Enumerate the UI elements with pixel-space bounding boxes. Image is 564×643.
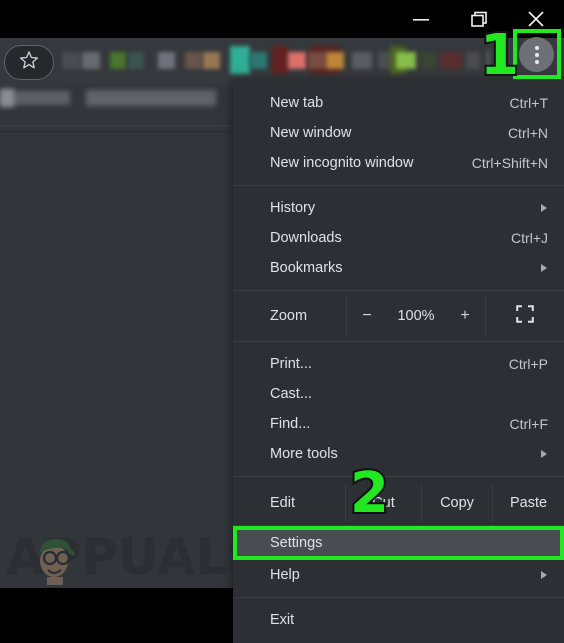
menu-item-history[interactable]: History bbox=[233, 193, 564, 223]
menu-item-downloads[interactable]: Downloads Ctrl+J bbox=[233, 223, 564, 253]
browser-window: APPUALS wsxdn.com New tab Ctrl+T New win… bbox=[0, 0, 564, 643]
bookmark-chip[interactable] bbox=[396, 52, 416, 69]
bookmark-chip[interactable] bbox=[420, 52, 436, 69]
menu-item-label: New incognito window bbox=[270, 155, 414, 171]
bookmark-chip[interactable] bbox=[352, 52, 372, 69]
fullscreen-icon bbox=[516, 305, 534, 327]
menu-separator bbox=[233, 597, 564, 598]
menu-item-find[interactable]: Find... Ctrl+F bbox=[233, 409, 564, 439]
menu-item-new-tab[interactable]: New tab Ctrl+T bbox=[233, 88, 564, 118]
bookmark-chip[interactable] bbox=[308, 52, 326, 69]
chrome-main-menu: New tab Ctrl+T New window Ctrl+N New inc… bbox=[233, 80, 564, 643]
page-blurred-content bbox=[0, 89, 14, 107]
zoom-level-value: 100% bbox=[397, 308, 435, 324]
menu-item-new-incognito-window[interactable]: New incognito window Ctrl+Shift+N bbox=[233, 148, 564, 178]
menu-item-label: History bbox=[270, 200, 316, 216]
menu-item-label: Settings bbox=[270, 535, 323, 551]
bookmark-chip[interactable] bbox=[326, 52, 344, 69]
bookmark-chip[interactable] bbox=[250, 52, 267, 69]
zoom-in-button[interactable]: + bbox=[456, 307, 474, 325]
paste-button[interactable]: Paste bbox=[493, 484, 564, 522]
menu-item-cast[interactable]: Cast... bbox=[233, 379, 564, 409]
page-divider bbox=[0, 125, 232, 126]
bookmark-chip[interactable] bbox=[230, 46, 250, 74]
page-blurred-content bbox=[86, 90, 216, 106]
edit-label: Edit bbox=[270, 495, 295, 511]
menu-item-print[interactable]: Print... Ctrl+P bbox=[233, 349, 564, 379]
annotation-step-1: 1 bbox=[478, 22, 521, 84]
bookmark-chip[interactable] bbox=[128, 52, 144, 69]
menu-item-shortcut: Ctrl+P bbox=[508, 356, 548, 372]
menu-item-exit[interactable]: Exit bbox=[233, 605, 564, 635]
minimize-button[interactable] bbox=[398, 0, 444, 38]
menu-item-shortcut: Ctrl+N bbox=[507, 125, 548, 141]
zoom-row: Zoom − 100% + bbox=[233, 298, 564, 334]
menu-item-shortcut: Ctrl+T bbox=[509, 95, 549, 111]
bookmark-chip[interactable] bbox=[440, 52, 462, 69]
annotation-step-2: 2 bbox=[348, 462, 391, 524]
menu-item-label: Cast... bbox=[270, 386, 312, 402]
menu-item-label: Bookmarks bbox=[270, 260, 343, 276]
bookmark-chip[interactable] bbox=[185, 52, 202, 69]
star-icon bbox=[18, 49, 40, 76]
menu-item-label: Downloads bbox=[270, 230, 342, 246]
close-icon bbox=[525, 8, 547, 30]
menu-item-label: Print... bbox=[270, 356, 312, 372]
zoom-out-button[interactable]: − bbox=[358, 307, 376, 325]
chevron-right-icon bbox=[541, 571, 547, 579]
settings-row-wrapper: Settings bbox=[233, 526, 564, 560]
zoom-controls: − 100% + bbox=[347, 298, 485, 334]
bookmark-chip[interactable] bbox=[158, 52, 175, 69]
menu-item-help[interactable]: Help bbox=[233, 560, 564, 590]
menu-separator bbox=[233, 290, 564, 291]
svg-text:1: 1 bbox=[480, 23, 519, 84]
svg-text:2: 2 bbox=[350, 462, 389, 524]
chevron-right-icon bbox=[541, 264, 547, 272]
appuals-watermark: APPUALS bbox=[6, 527, 264, 586]
menu-separator bbox=[233, 185, 564, 186]
menu-item-bookmarks[interactable]: Bookmarks bbox=[233, 253, 564, 283]
menu-item-shortcut: Ctrl+J bbox=[511, 230, 548, 246]
chevron-right-icon bbox=[541, 450, 547, 458]
bookmark-chip[interactable] bbox=[272, 46, 288, 74]
menu-item-shortcut: Ctrl+F bbox=[509, 416, 549, 432]
bookmark-chip[interactable] bbox=[110, 52, 126, 69]
menu-item-label: More tools bbox=[270, 446, 338, 462]
menu-item-shortcut: Ctrl+Shift+N bbox=[471, 155, 548, 171]
menu-item-label: Find... bbox=[270, 416, 311, 432]
menu-item-label: New tab bbox=[270, 95, 324, 111]
bookmark-chip[interactable] bbox=[288, 52, 306, 69]
page-divider bbox=[0, 131, 232, 132]
menu-item-label: New window bbox=[270, 125, 352, 141]
menu-separator bbox=[233, 341, 564, 342]
menu-item-new-window[interactable]: New window Ctrl+N bbox=[233, 118, 564, 148]
menu-item-label: Help bbox=[270, 567, 300, 583]
bookmark-star-button[interactable] bbox=[4, 45, 54, 80]
minimize-icon bbox=[410, 13, 432, 25]
menu-item-settings[interactable]: Settings bbox=[233, 526, 564, 560]
copy-button[interactable]: Copy bbox=[422, 484, 492, 522]
svg-text:APPUALS: APPUALS bbox=[6, 528, 232, 585]
menu-item-label: Exit bbox=[270, 612, 295, 628]
bookmark-chip[interactable] bbox=[62, 52, 80, 69]
zoom-label: Zoom bbox=[270, 308, 308, 324]
bookmark-chip[interactable] bbox=[82, 52, 100, 69]
fullscreen-button[interactable] bbox=[486, 298, 564, 334]
bookmark-chip[interactable] bbox=[203, 52, 220, 69]
chevron-right-icon bbox=[541, 204, 547, 212]
